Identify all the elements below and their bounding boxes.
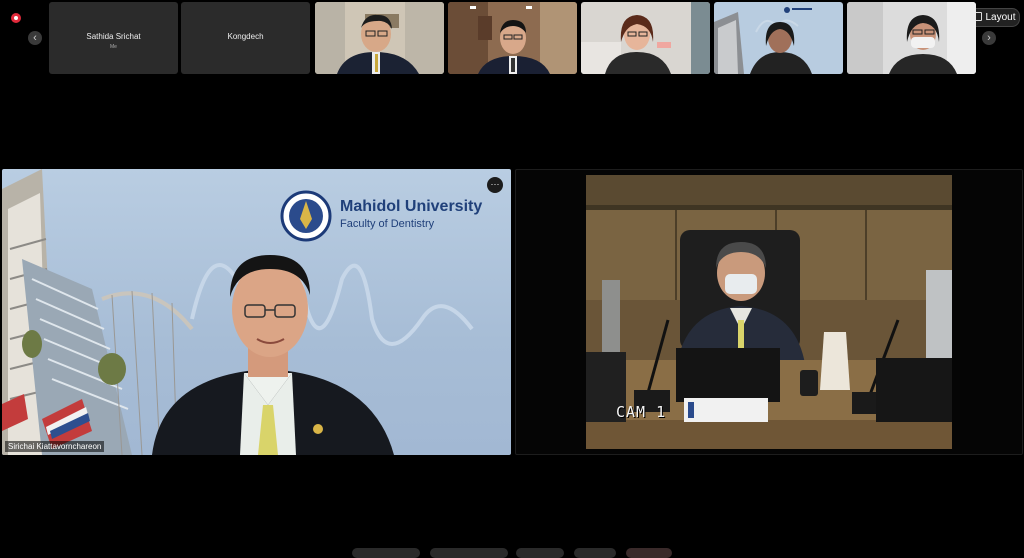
ellipsis-icon[interactable]: ··· [487,177,503,193]
chevron-left-icon[interactable]: ‹ [28,31,42,45]
layout-label: Layout [985,12,1016,23]
participant-name: Sathida Srichat [86,32,141,41]
logo-subtitle: Faculty of Dentistry [340,218,435,230]
toolbar-button-stub[interactable] [430,548,508,558]
university-logo-text: Mahidol University Faculty of Dentistry [340,198,482,230]
speaker-name-tag: Sirichai Kiattavornchareon [5,441,105,452]
participant-name: Kongdech [227,32,264,41]
toolbar-button-stub[interactable] [626,548,672,558]
participant-video-6[interactable] [714,2,843,74]
person-video-icon [714,2,843,74]
recording-indicator [11,13,21,23]
logo-title: Mahidol University [340,198,483,215]
room-camera-tile[interactable]: CAM 1 [515,169,1023,455]
person-video-icon [315,2,444,74]
room-camera-video [586,175,952,449]
person-video-icon [448,2,577,74]
participant-tile-sathida[interactable]: Sathida Srichat Me [49,2,178,74]
toolbar-button-stub[interactable] [352,548,420,558]
participant-video-7[interactable] [847,2,976,74]
main-speaker-tile[interactable]: Mahidol University Faculty of Dentistry … [2,169,511,455]
camera-overlay-label: CAM 1 [616,403,667,421]
participant-video-3[interactable] [315,2,444,74]
participant-tile-kongdech[interactable]: Kongdech [181,2,310,74]
participant-sub: Me [110,44,117,50]
toolbar-button-stub[interactable] [574,548,616,558]
participant-video-5[interactable] [581,2,710,74]
toolbar-button-stub[interactable] [516,548,564,558]
participant-video-4[interactable] [448,2,577,74]
chevron-right-icon[interactable]: › [982,31,996,45]
person-video-icon [581,2,710,74]
person-video-icon [847,2,976,74]
